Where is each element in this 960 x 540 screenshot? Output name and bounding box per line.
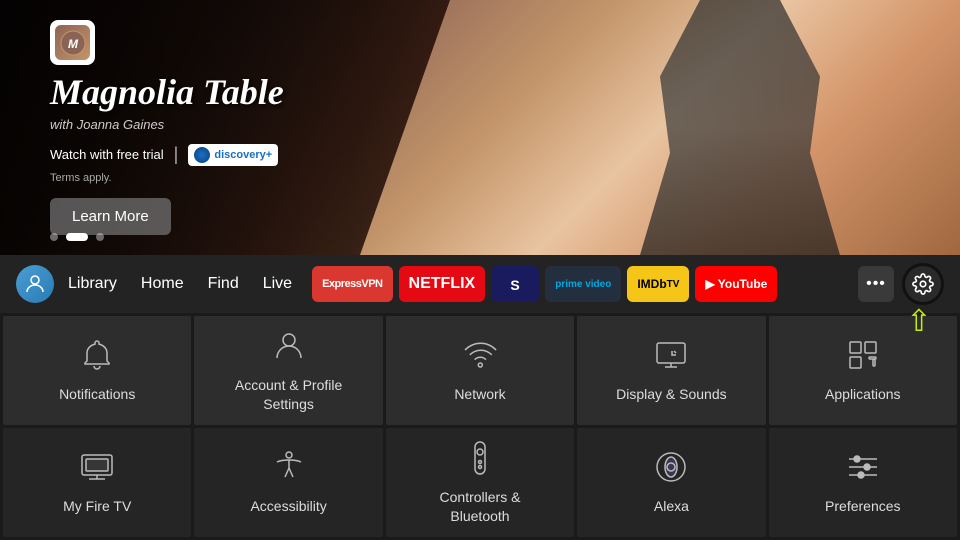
dot-3[interactable] [96,233,104,241]
settings-controllers[interactable]: Controllers &Bluetooth [386,428,574,537]
nav-apps: ExpressVPN NETFLIX S prime video IMDbTV … [312,266,854,302]
app-imdb[interactable]: IMDbTV [627,266,689,302]
account-label: Account & ProfileSettings [235,376,342,412]
settings-notifications[interactable]: Notifications [3,316,191,425]
nav-bar: Library Home Find Live ExpressVPN NETFLI… [0,255,960,313]
wifi-icon [462,337,498,373]
app-netflix[interactable]: NETFLIX [399,266,486,302]
display-icon [653,337,689,373]
nav-library[interactable]: Library [68,275,117,293]
remote-icon [462,440,498,476]
settings-network[interactable]: Network [386,316,574,425]
settings-grid: Notifications Account & ProfileSettings … [0,313,960,540]
settings-my-fire-tv[interactable]: My Fire TV [3,428,191,537]
preferences-label: Preferences [825,497,900,515]
learn-more-button[interactable]: Learn More [50,198,171,235]
hero-dots [50,233,104,241]
arrow-indicator: ⇧ [906,307,931,337]
network-label: Network [454,385,505,403]
app-youtube[interactable]: ▶ YouTube [695,266,777,302]
dot-1[interactable] [50,233,58,241]
discovery-text: discovery+ [214,149,272,161]
my-fire-tv-label: My Fire TV [63,497,131,515]
settings-accessibility[interactable]: Accessibility [194,428,382,537]
person-icon [271,328,307,364]
discovery-badge: discovery+ [188,144,278,166]
accessibility-icon [271,449,307,485]
show-badge: M [50,20,95,65]
nav-home[interactable]: Home [141,275,184,293]
terms-text: Terms apply. [50,172,284,184]
show-title: Magnolia Table [50,73,284,113]
settings-account[interactable]: Account & ProfileSettings [194,316,382,425]
alexa-label: Alexa [654,497,689,515]
discovery-logo [194,147,210,163]
gear-icon [912,273,934,295]
display-sounds-label: Display & Sounds [616,385,727,403]
controllers-label: Controllers &Bluetooth [440,488,521,524]
tv-icon [79,449,115,485]
app-starz[interactable]: S [491,266,539,302]
settings-container: ⇧ [894,263,944,305]
svg-text:S: S [511,277,520,293]
nav-find[interactable]: Find [208,275,239,293]
user-avatar[interactable] [16,265,54,303]
settings-alexa[interactable]: Alexa [577,428,765,537]
app-prime[interactable]: prime video [545,266,621,302]
hero-section: M Magnolia Table with Joanna Gaines Watc… [0,0,960,255]
accessibility-label: Accessibility [250,497,326,515]
hero-image [360,0,960,255]
svg-text:M: M [68,37,79,51]
settings-display-sounds[interactable]: Display & Sounds [577,316,765,425]
more-dots-icon: ••• [866,275,886,293]
settings-button[interactable] [902,263,944,305]
hero-content: M Magnolia Table with Joanna Gaines Watc… [50,20,284,235]
watch-text: Watch with free trial [50,147,164,162]
watch-row: Watch with free trial | discovery+ [50,144,284,166]
show-badge-inner: M [55,25,90,60]
apps-icon [845,337,881,373]
bell-icon [79,337,115,373]
applications-label: Applications [825,385,901,403]
settings-preferences[interactable]: Preferences [769,428,957,537]
dot-2[interactable] [66,233,88,241]
notifications-label: Notifications [59,385,135,403]
nav-links: Library Home Find Live [68,275,292,293]
sliders-icon [845,449,881,485]
nav-more-button[interactable]: ••• [858,266,894,302]
alexa-icon [653,449,689,485]
nav-live[interactable]: Live [263,275,292,293]
show-subtitle: with Joanna Gaines [50,117,284,132]
app-expressvpn[interactable]: ExpressVPN [312,266,392,302]
